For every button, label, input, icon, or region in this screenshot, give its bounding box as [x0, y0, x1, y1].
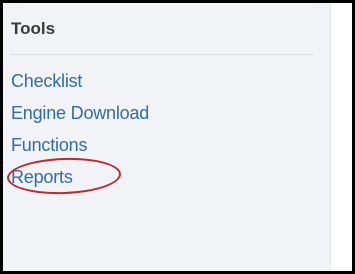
- functions-link[interactable]: Functions: [11, 135, 87, 155]
- heading-divider: [11, 54, 314, 55]
- list-item-checklist: Checklist: [3, 67, 149, 99]
- list-item-reports: Reports: [3, 156, 149, 196]
- screenshot-frame: Tools Checklist Engine Download Function…: [0, 0, 355, 274]
- tools-list: Checklist Engine Download Functions Repo…: [3, 67, 149, 196]
- tools-heading: Tools: [11, 19, 56, 38]
- list-item-functions: Functions: [3, 131, 149, 163]
- checklist-link[interactable]: Checklist: [11, 71, 82, 91]
- reports-link[interactable]: Reports: [11, 167, 73, 187]
- list-item-engine-download: Engine Download: [3, 99, 149, 131]
- tools-sidebar: Tools Checklist Engine Download Function…: [3, 3, 331, 271]
- engine-download-link[interactable]: Engine Download: [11, 103, 149, 123]
